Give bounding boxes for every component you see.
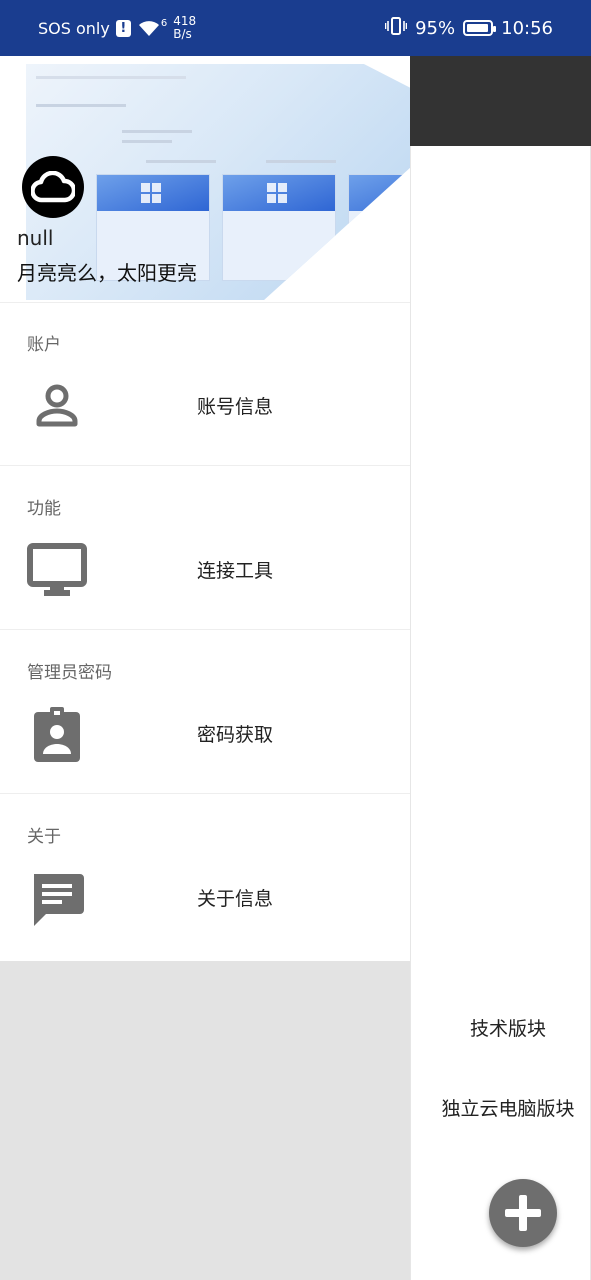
section-title: 关于 xyxy=(27,827,61,847)
wifi-icon: 6 xyxy=(137,19,167,37)
monitor-icon xyxy=(26,540,88,602)
cloud-pc-section-link[interactable]: 独立云电脑版块 xyxy=(410,1094,591,1121)
section-account: 账户 账号信息 xyxy=(0,302,410,466)
app-bar xyxy=(410,56,591,146)
section-title: 账户 xyxy=(27,335,61,355)
section-title: 功能 xyxy=(27,499,61,519)
username: null xyxy=(17,226,54,250)
drawer-empty-area xyxy=(0,961,410,1280)
alert-icon: ! xyxy=(115,19,131,37)
message-icon xyxy=(26,868,88,930)
status-bar: SOS only ! 6 418 B/s 95% 10:56 xyxy=(0,0,591,56)
person-icon xyxy=(26,376,88,438)
drawer-header: null 月亮亮么，太阳更亮 xyxy=(0,56,410,303)
menu-item-connect-tools[interactable]: 连接工具 xyxy=(197,556,273,583)
battery-percent: 95% xyxy=(415,17,456,39)
section-admin-password: 管理员密码 密码获取 xyxy=(0,630,410,794)
tech-section-link[interactable]: 技术版块 xyxy=(410,1014,591,1041)
battery-icon xyxy=(463,20,497,36)
section-title: 管理员密码 xyxy=(27,663,112,683)
network-speed: 418 B/s xyxy=(173,15,196,41)
clock: 10:56 xyxy=(501,17,553,39)
user-motto: 月亮亮么，太阳更亮 xyxy=(17,261,197,285)
section-about: 关于 关于信息 xyxy=(0,794,410,958)
menu-item-get-password[interactable]: 密码获取 xyxy=(197,720,273,747)
section-features: 功能 连接工具 xyxy=(0,466,410,630)
avatar[interactable] xyxy=(22,156,84,218)
menu-item-account-info[interactable]: 账号信息 xyxy=(197,392,273,419)
vibrate-icon xyxy=(384,16,408,41)
add-button[interactable] xyxy=(489,1179,557,1247)
menu-item-about-info[interactable]: 关于信息 xyxy=(197,884,273,911)
speed-unit: B/s xyxy=(173,27,192,41)
carrier-text: SOS only xyxy=(38,18,110,38)
cloud-icon xyxy=(31,171,75,203)
badge-icon xyxy=(26,704,88,766)
network-badge: 6 xyxy=(160,18,168,29)
